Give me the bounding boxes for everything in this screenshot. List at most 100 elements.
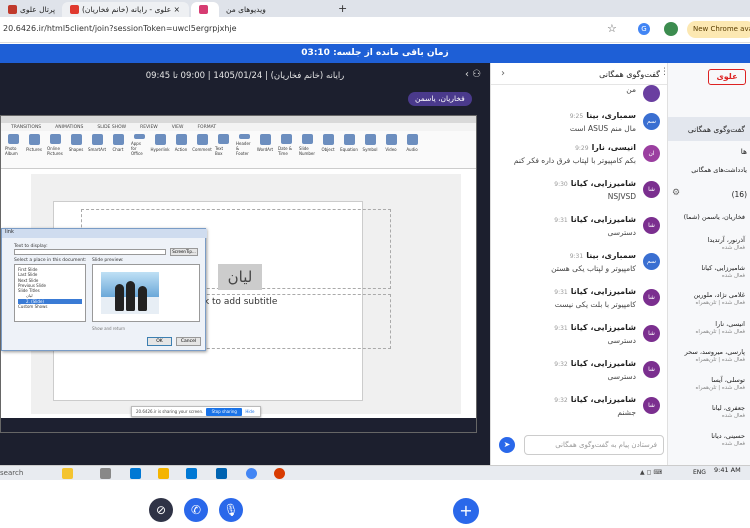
tray-icons[interactable]: ▲ ◻ ⌨ bbox=[640, 469, 662, 476]
ok-button[interactable]: OK bbox=[147, 337, 172, 346]
dialog-text-input[interactable] bbox=[14, 249, 166, 255]
ribbon-button-label: Symbol bbox=[362, 147, 378, 152]
message-time: 9:31 bbox=[554, 217, 568, 224]
hide-button[interactable]: Hide bbox=[245, 409, 254, 414]
ribbon-button[interactable]: Date & Time bbox=[278, 134, 294, 156]
ribbon-button[interactable]: Pictures bbox=[26, 134, 42, 156]
actions-plus-button[interactable]: + bbox=[453, 498, 479, 524]
site-favicon-icon bbox=[8, 5, 17, 14]
ribbon-button[interactable]: Header & Footer bbox=[236, 134, 252, 156]
ribbon-button[interactable]: Slide Number bbox=[299, 134, 315, 156]
chat-input[interactable]: فرستادن پیام به گفت‌وگوی همگانی bbox=[524, 435, 664, 455]
ribbon-button[interactable]: Text Box bbox=[215, 134, 231, 156]
camera-off-icon[interactable]: ⊘ bbox=[149, 498, 173, 522]
chat-panel: گفت‌وگوی همگانی › ⋮ من سم سمباری، بینا9:25… bbox=[490, 63, 669, 465]
ribbon-button-label: Chart bbox=[112, 147, 124, 152]
user-list-item[interactable]: غلامی نژاد، ملورین فعال شده | تلن‌همراه bbox=[668, 291, 745, 307]
ribbon-button[interactable]: Comment bbox=[192, 134, 212, 156]
profile-avatar[interactable] bbox=[664, 22, 678, 36]
browser-tab-class[interactable]: علوی - رایانه (خانم فخاریان) × bbox=[62, 2, 189, 17]
list-item[interactable]: Custom Shows bbox=[18, 304, 82, 309]
new-tab-button[interactable]: + bbox=[338, 2, 347, 15]
place-list[interactable]: First Slide Last Slide Next Slide Previo… bbox=[14, 264, 86, 322]
url-field[interactable]: 20.6426.ir/html5client/join?sessionToken… bbox=[3, 24, 237, 33]
store-icon[interactable] bbox=[186, 468, 197, 479]
google-lens-icon[interactable]: G bbox=[638, 23, 650, 35]
avatar: شا bbox=[643, 397, 660, 414]
user-list-item[interactable]: شامیرزایی، کیانا فعال شده bbox=[668, 264, 745, 280]
task-view-icon[interactable] bbox=[100, 468, 111, 479]
avatar: ان bbox=[643, 145, 660, 162]
new-chrome-available-button[interactable]: New Chrome availa bbox=[687, 21, 750, 38]
stop-sharing-button[interactable]: Stop sharing bbox=[206, 407, 243, 416]
slide-word: لیان bbox=[218, 264, 262, 290]
ribbon-button[interactable]: SmartArt bbox=[88, 134, 106, 156]
chat-back-icon[interactable]: › bbox=[501, 68, 505, 79]
site-favicon-icon bbox=[70, 5, 79, 14]
edge-icon[interactable] bbox=[130, 468, 141, 479]
ribbon-button[interactable]: Action bbox=[173, 134, 189, 156]
weather-icon[interactable] bbox=[62, 468, 73, 479]
microphone-icon[interactable]: 🎙 bbox=[219, 498, 243, 522]
browser-tab-active[interactable] bbox=[191, 2, 219, 17]
ribbon-button-label: WordArt bbox=[256, 147, 274, 152]
share-user-icon[interactable]: ‹ ⚇ bbox=[465, 69, 481, 80]
ppt-ribbon: Photo Album Pictures Online Pictures Shapes… bbox=[1, 131, 476, 169]
ribbon-tab: VIEW bbox=[171, 124, 184, 130]
ribbon-button[interactable]: Shapes bbox=[68, 134, 84, 156]
user-status: فعال شده | تلن‌همراه bbox=[695, 329, 746, 335]
ribbon-button-icon bbox=[91, 134, 103, 145]
shared-screen: TRANSITIONS ANIMATIONS SLIDE SHOW REVIEW… bbox=[0, 115, 477, 433]
ribbon-button[interactable]: Audio bbox=[404, 134, 420, 156]
author-name: شامیرزایی، کیانا bbox=[570, 215, 636, 224]
ribbon-button-icon bbox=[49, 134, 61, 144]
user-list-item[interactable]: حسینی، دیانا فعال شده bbox=[668, 432, 745, 448]
ribbon-button[interactable]: Symbol bbox=[362, 134, 378, 156]
ribbon-button[interactable]: Equation bbox=[340, 134, 358, 156]
ribbon-button[interactable]: Object bbox=[320, 134, 336, 156]
user-list-item[interactable]: جعفری، لیانا فعال شده bbox=[668, 404, 745, 420]
user-list-item[interactable]: فخاریان، یاسمن (شما) bbox=[668, 213, 745, 221]
cancel-button[interactable]: Cancel bbox=[176, 337, 201, 346]
user-list-item[interactable]: آذرنور، آرتدیدا فعال شده bbox=[668, 236, 745, 252]
avatar: سم bbox=[643, 113, 660, 130]
file-explorer-icon[interactable] bbox=[158, 468, 169, 479]
user-status: فعال شده bbox=[721, 273, 745, 279]
share-notice-text: 20.6426.ir is sharing your screen. bbox=[136, 409, 204, 414]
ribbon-button-icon bbox=[259, 134, 271, 145]
windows-icon[interactable] bbox=[216, 468, 227, 479]
taskbar-search[interactable]: search bbox=[0, 469, 23, 477]
show-return-checkbox[interactable]: Show and return bbox=[92, 326, 125, 331]
chrome-icon[interactable] bbox=[246, 468, 257, 479]
ribbon-button[interactable]: Chart bbox=[110, 134, 126, 156]
screentip-button[interactable]: ScreenTip... bbox=[170, 248, 198, 256]
language-indicator[interactable]: ENG bbox=[693, 469, 706, 476]
ribbon-button-label: Date & Time bbox=[278, 146, 292, 156]
message-author: شامیرزایی، کیانا9:30 bbox=[554, 179, 636, 188]
ribbon-button[interactable]: Photo Album bbox=[5, 134, 21, 156]
bookmark-star-icon[interactable]: ☆ bbox=[607, 22, 617, 35]
user-list-item[interactable]: پارسی، میروسد، سحر فعال شده | تلن‌همراه bbox=[668, 348, 745, 364]
avatar: شا bbox=[643, 325, 660, 342]
hyperlink-dialog: link Text to display: ScreenTip... Selec… bbox=[1, 228, 207, 351]
ppt-ribbon-tabs: TRANSITIONS ANIMATIONS SLIDE SHOW REVIEW… bbox=[1, 123, 476, 131]
message-text: دسترسی bbox=[607, 336, 636, 345]
ribbon-button[interactable]: Online Pictures bbox=[47, 134, 63, 156]
user-list-item[interactable]: انیسی، نارا فعال شده | تلن‌همراه bbox=[668, 320, 746, 336]
ribbon-button[interactable]: Hyperlink bbox=[150, 134, 170, 156]
ribbon-button[interactable]: WordArt bbox=[257, 134, 273, 156]
ribbon-tab: FORMAT bbox=[197, 124, 217, 130]
author-name: شامیرزایی، کیانا bbox=[570, 179, 636, 188]
browser-tab-videos[interactable]: ویدیوهای من bbox=[221, 2, 336, 17]
app-icon[interactable] bbox=[274, 468, 285, 479]
browser-tab-portal[interactable]: پرتال علوی bbox=[0, 2, 60, 17]
ribbon-button[interactable]: Apps for Office bbox=[131, 134, 147, 156]
author-name: شامیرزایی، کیانا bbox=[570, 395, 636, 404]
message-text: دسترسی bbox=[607, 372, 636, 381]
send-icon[interactable]: ➤ bbox=[499, 437, 515, 453]
ribbon-button[interactable]: Video bbox=[383, 134, 399, 156]
ribbon-tab: TRANSITIONS bbox=[11, 124, 42, 130]
user-list-item[interactable]: توسلی، آیسا فعال شده | تلن‌همراه bbox=[668, 376, 746, 392]
phone-icon[interactable]: ✆ bbox=[184, 498, 208, 522]
avatar bbox=[643, 85, 660, 102]
